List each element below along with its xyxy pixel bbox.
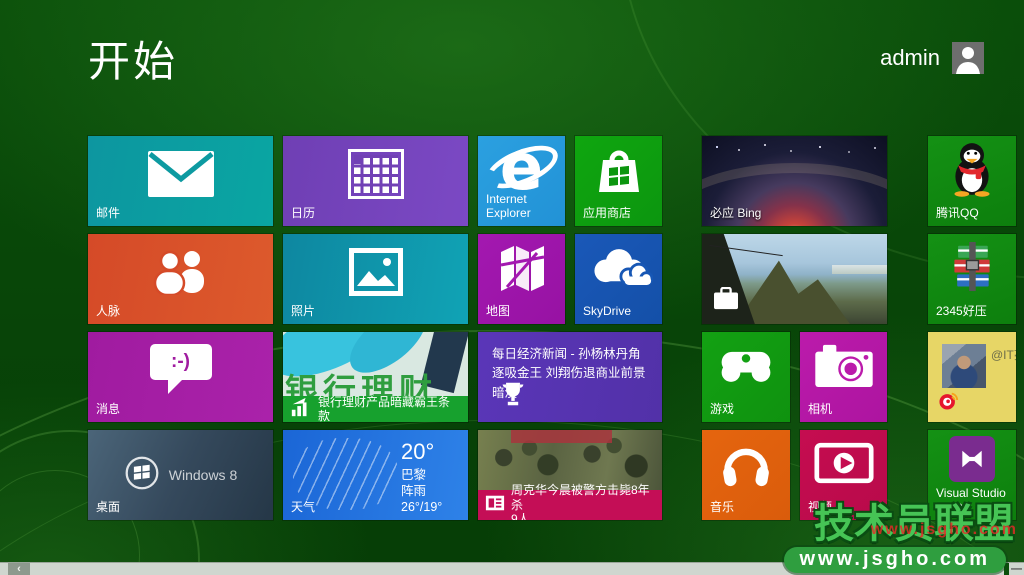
tile-calendar[interactable]: 日历 — [283, 136, 468, 226]
tile-label: 音乐 — [710, 501, 734, 515]
visual-studio-icon — [928, 430, 1016, 488]
tile-label: 邮件 — [96, 207, 120, 221]
tile-video[interactable]: 视频 — [800, 430, 887, 520]
page-title: 开始 — [88, 28, 178, 89]
tile-label: 游戏 — [710, 403, 734, 417]
news-headline: 周克华今晨被警方击毙8年杀 9人 — [511, 483, 655, 520]
weather-high-low: 26°/19° — [401, 499, 442, 515]
people-icon — [88, 234, 273, 310]
tile-camera[interactable]: 相机 — [800, 332, 887, 422]
tile-weibo[interactable]: @IT亮亮 — [928, 332, 1016, 422]
tile-bank-news[interactable]: 银行理财 银行理财产品暗藏霸王条款 — [283, 332, 468, 422]
news-headline: 银行理财产品暗藏霸王条款 — [318, 395, 461, 422]
music-headphones-icon — [702, 430, 790, 496]
newspaper-icon — [485, 493, 505, 518]
tile-music[interactable]: 音乐 — [702, 430, 790, 520]
tile-internet-explorer[interactable]: e Internet Explorer — [478, 136, 565, 226]
tile-travel[interactable] — [702, 234, 887, 324]
tile-tencent-qq[interactable]: 腾讯QQ — [928, 136, 1016, 226]
weather-temperature: 20° — [401, 438, 442, 467]
photos-icon — [283, 234, 468, 310]
tile-label: 天气 — [291, 501, 315, 515]
tile-label: 人脉 — [96, 305, 120, 319]
chart-icon — [290, 396, 312, 423]
video-player-icon — [800, 430, 887, 496]
horizontal-scrollbar[interactable]: ‹ › — — [0, 562, 1024, 575]
suitcase-icon — [712, 287, 740, 316]
tile-haozip[interactable]: 2345好压 — [928, 234, 1016, 324]
mail-icon — [88, 136, 273, 212]
tile-messages[interactable]: :-) 消息 — [88, 332, 273, 422]
tile-label: 相机 — [808, 403, 832, 417]
haozip-books-icon — [928, 234, 1016, 300]
scroll-right-button[interactable]: › — [972, 563, 992, 575]
ie-icon: e — [478, 136, 565, 200]
weibo-mention: @IT亮亮 — [991, 346, 1016, 363]
windows8-logo-icon — [124, 455, 160, 496]
tile-label: 视频 — [808, 501, 832, 515]
qq-penguin-icon — [928, 136, 1016, 202]
user-chip[interactable]: admin — [880, 42, 984, 74]
calendar-icon — [283, 136, 468, 212]
weibo-icon — [938, 390, 960, 415]
trophy-icon — [500, 381, 526, 412]
tile-mail[interactable]: 邮件 — [88, 136, 273, 226]
tile-desktop[interactable]: Windows 8 桌面 — [88, 430, 273, 520]
tile-label: Internet Explorer — [486, 193, 552, 221]
tile-visual-studio[interactable]: Visual Studio 2012 — [928, 430, 1016, 520]
weather-city: 巴黎 — [401, 467, 442, 483]
tile-label: 地图 — [486, 305, 510, 319]
weather-condition: 阵雨 — [401, 483, 442, 499]
tile-label: Visual Studio 2012 — [936, 486, 1008, 515]
scroll-left-button[interactable]: ‹ — [8, 563, 30, 575]
tile-store[interactable]: 应用商店 — [575, 136, 662, 226]
tile-crime-news[interactable]: 周克华今晨被警方击毙8年杀 9人 — [478, 430, 662, 520]
bank-news-photo: 银行理财 — [283, 332, 468, 396]
user-name: admin — [880, 45, 940, 71]
tile-label: 应用商店 — [583, 207, 631, 221]
maps-icon — [478, 234, 565, 302]
tile-daily-econ-news[interactable]: 每日经济新闻 - 孙杨林丹角逐吸金王 刘翔伤退商业前景暗淡 — [478, 332, 662, 422]
tile-label: 2345好压 — [936, 305, 987, 319]
tile-label: SkyDrive — [583, 305, 631, 319]
tile-maps[interactable]: 地图 — [478, 234, 565, 324]
store-icon — [575, 136, 662, 206]
tile-label: 照片 — [291, 305, 315, 319]
tile-label: 必应 Bing — [710, 204, 761, 221]
tile-skydrive[interactable]: SkyDrive — [575, 234, 662, 324]
games-controller-icon — [702, 332, 790, 398]
semantic-zoom-out-button[interactable]: — — [1004, 563, 1024, 575]
windows8-caption: Windows 8 — [169, 467, 237, 483]
watermark-overlay-url: www.jsgho.com — [871, 521, 1018, 539]
tile-weather[interactable]: 20° 巴黎 阵雨 26°/19° 天气 — [283, 430, 468, 520]
tile-label: 日历 — [291, 207, 315, 221]
skydrive-cloud-icon — [575, 234, 662, 302]
user-avatar-icon[interactable] — [952, 42, 984, 74]
weibo-photo-thumbnail — [942, 344, 986, 388]
tile-label: 消息 — [96, 403, 120, 417]
tile-bing[interactable]: 必应 Bing — [702, 136, 887, 226]
tile-photos[interactable]: 照片 — [283, 234, 468, 324]
camera-icon — [800, 332, 887, 398]
tile-label: 桌面 — [96, 501, 120, 515]
messages-bubble-icon: :-) — [88, 332, 273, 408]
tile-games[interactable]: 游戏 — [702, 332, 790, 422]
start-screen: 开始 admin 邮件 日历 e Internet Explorer — [0, 0, 1024, 575]
tile-label: 腾讯QQ — [936, 207, 979, 221]
crime-news-photo — [478, 430, 662, 490]
tile-people[interactable]: 人脉 — [88, 234, 273, 324]
